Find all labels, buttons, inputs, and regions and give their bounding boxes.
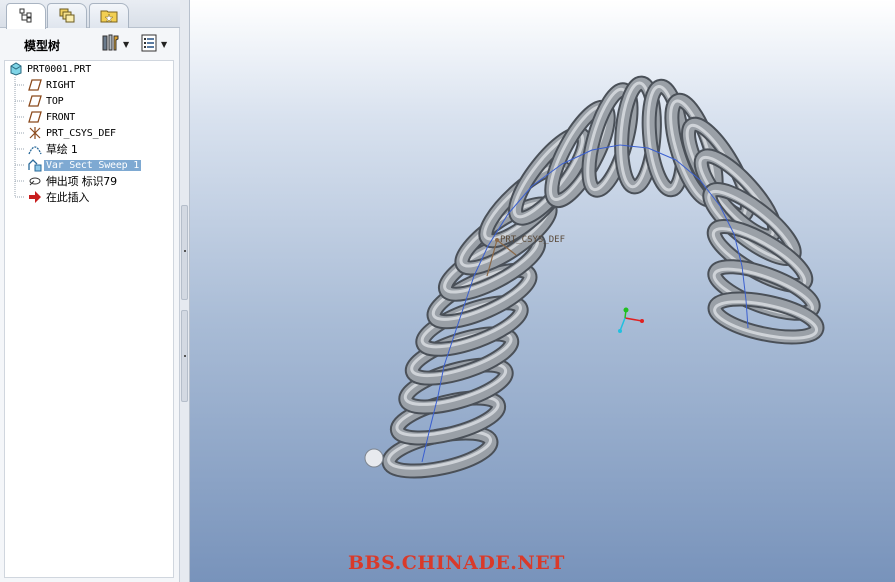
model-tree: PRT0001.PRT RIGHT TOP FRONT PRT_CSYS_DEF… — [4, 60, 174, 578]
datum-plane-icon — [27, 109, 43, 125]
tab-favorites[interactable] — [89, 3, 129, 28]
coordinate-system-icon — [27, 125, 43, 141]
model-tree-title: 模型树 — [24, 39, 61, 53]
sketch-icon — [27, 141, 43, 157]
navigator-tab-strip — [0, 0, 180, 29]
splitter-grip[interactable] — [181, 310, 188, 402]
datum-plane-icon — [27, 93, 43, 109]
tree-item-label: PRT0001.PRT — [27, 63, 92, 75]
tab-layers[interactable] — [47, 3, 87, 28]
tree-item-right[interactable]: RIGHT — [27, 77, 77, 93]
graphics-viewport[interactable]: PRT_CSYS_DEF BBS.CHINADE.NET — [190, 0, 895, 582]
splitter-grip[interactable] — [181, 205, 188, 300]
csys-label: PRT_CSYS_DEF — [500, 235, 566, 245]
tree-item-root[interactable]: PRT0001.PRT — [8, 61, 93, 77]
watermark: BBS.CHINADE.NET — [348, 552, 565, 574]
tree-item-label: 在此插入 — [46, 191, 90, 204]
protrusion-icon — [27, 173, 43, 189]
model-tree-header: 模型树 ▼ ▼ — [0, 28, 180, 60]
navigator-panel: 模型树 ▼ ▼ PRT0001.PRT RIGHT TOP FRONT PRT_… — [0, 0, 180, 582]
tree-item-front[interactable]: FRONT — [27, 109, 77, 125]
tree-item-csys[interactable]: PRT_CSYS_DEF — [27, 125, 118, 141]
tree-item-label: 草绘 1 — [46, 143, 78, 156]
spring-coils — [381, 75, 825, 479]
tab-model-tree[interactable] — [6, 3, 46, 29]
tree-item-top[interactable]: TOP — [27, 93, 65, 109]
part-icon — [8, 61, 24, 77]
tree-item-label: TOP — [46, 95, 64, 107]
insert-here-arrow-icon — [27, 189, 43, 205]
panel-splitter[interactable] — [180, 0, 190, 582]
tree-item-label: 伸出项 标识79 — [46, 175, 117, 188]
model-tree-icon — [18, 7, 34, 26]
var-sect-sweep-icon — [27, 157, 43, 173]
favorites-folder-icon — [100, 7, 118, 26]
chevron-down-icon: ▼ — [123, 39, 130, 49]
axis-triad — [618, 307, 644, 333]
tree-settings-button[interactable]: ▼ — [100, 33, 129, 55]
chevron-down-icon: ▼ — [161, 39, 168, 49]
tree-show-button[interactable]: ▼ — [140, 33, 167, 55]
datum-plane-icon — [27, 77, 43, 93]
tree-item-protrusion[interactable]: 伸出项 标识79 — [27, 173, 119, 189]
spring-model[interactable] — [190, 0, 895, 582]
layers-icon — [58, 7, 76, 26]
tools-icon — [100, 33, 120, 56]
show-list-icon — [140, 33, 158, 56]
tree-item-label: FRONT — [46, 111, 76, 123]
tree-item-insert-here[interactable]: 在此插入 — [27, 189, 91, 205]
tree-item-sketch[interactable]: 草绘 1 — [27, 141, 80, 157]
tree-item-var-sect-sweep[interactable]: Var Sect Sweep 1 — [27, 157, 142, 173]
sweep-start-face — [364, 448, 384, 468]
tree-item-label: Var Sect Sweep 1 — [44, 159, 142, 171]
tree-item-label: RIGHT — [46, 79, 76, 91]
tree-item-label: PRT_CSYS_DEF — [46, 127, 116, 139]
